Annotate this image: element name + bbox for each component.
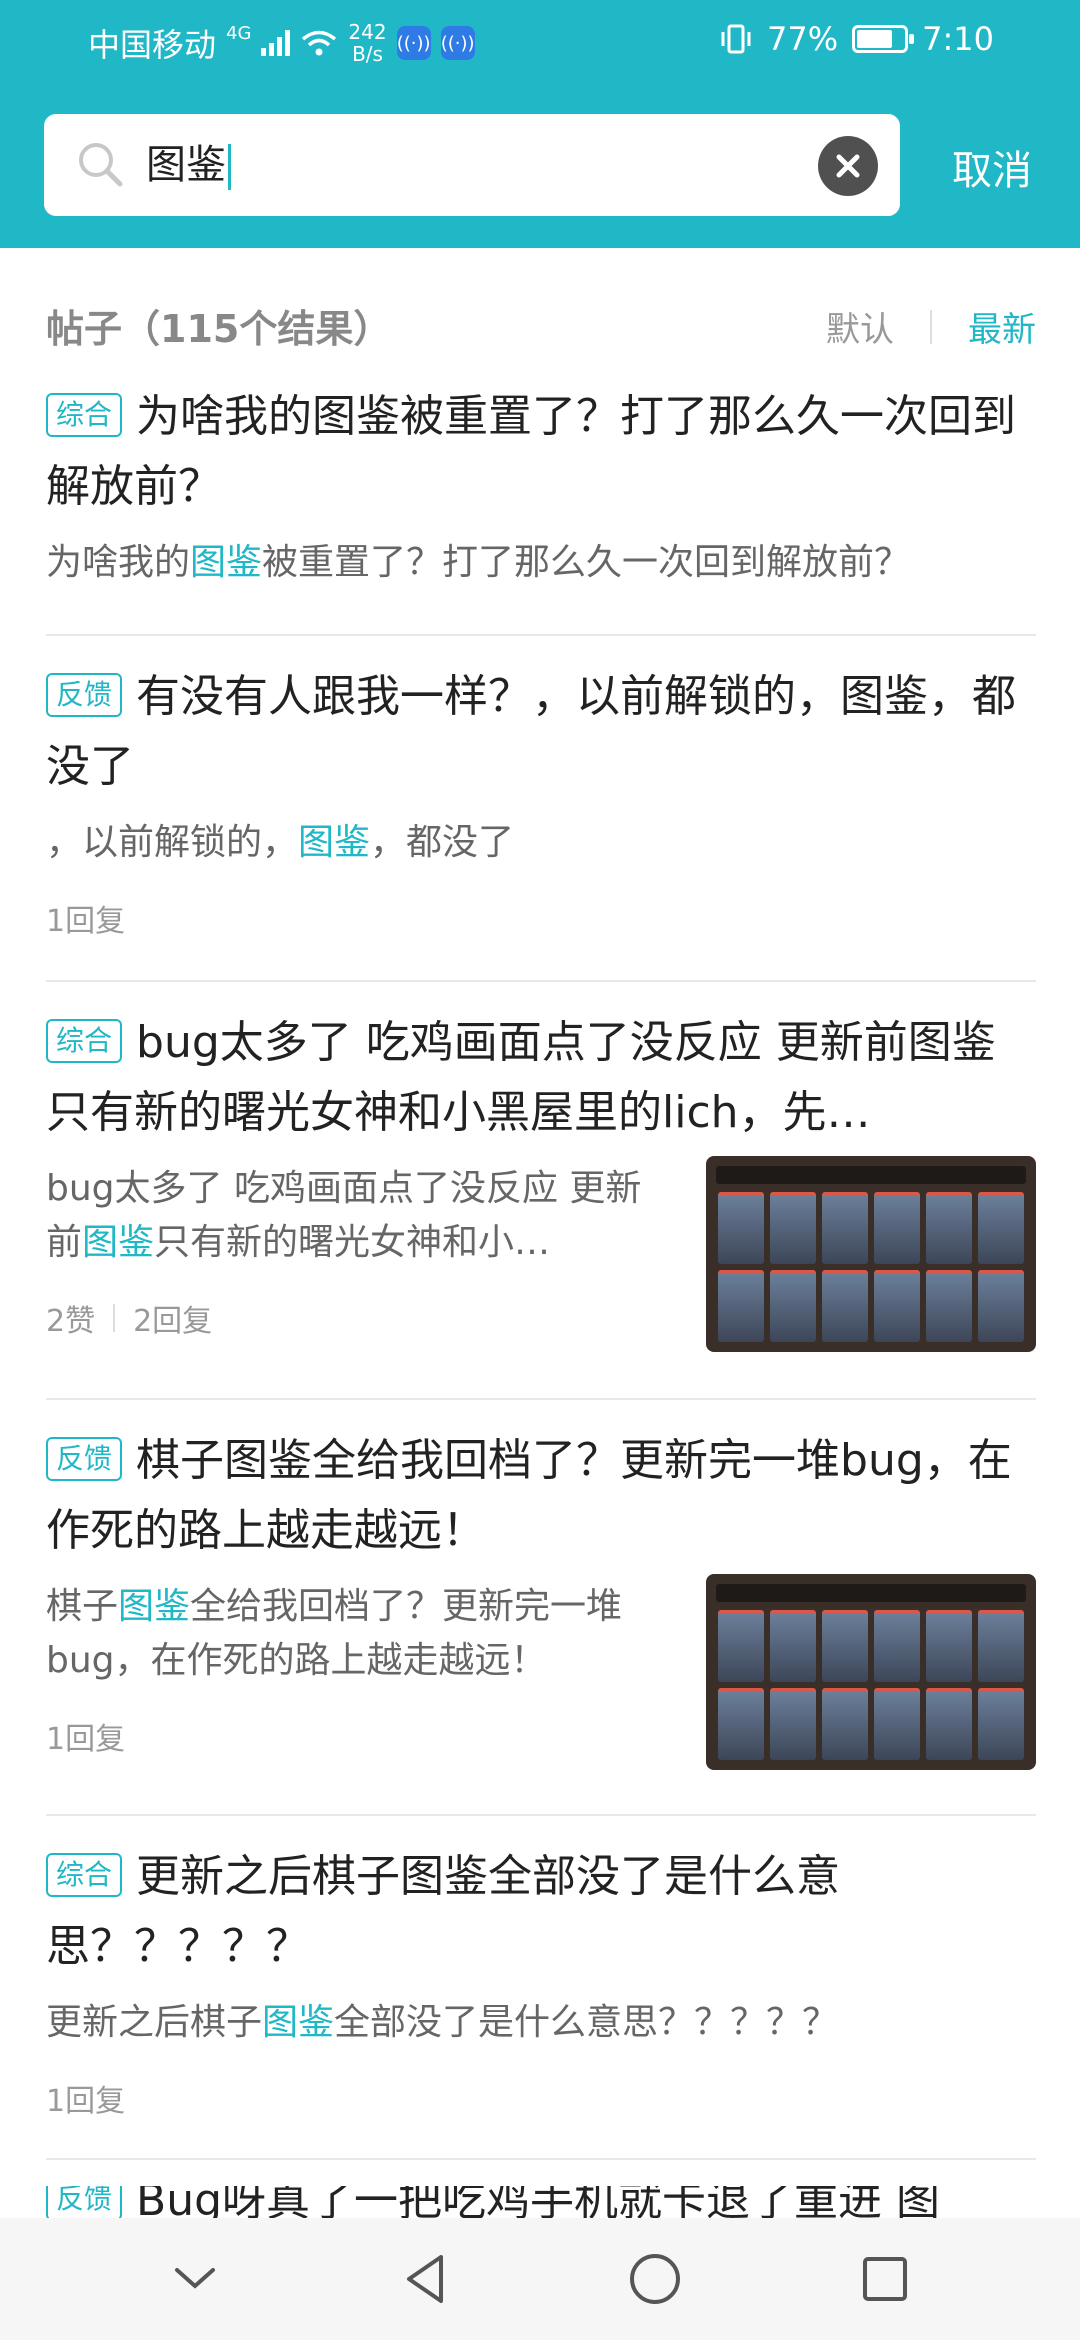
home-circle-icon (630, 2254, 680, 2304)
post-title: 反馈 有没有人跟我一样？，以前解锁的，图鉴，都没了 (46, 671, 1017, 792)
close-icon (836, 154, 860, 178)
search-icon (79, 143, 123, 187)
post-meta: 1回复 (46, 2076, 1036, 2120)
reply-count: 1回复 (46, 2084, 126, 2119)
reply-count: 2回复 (133, 1304, 213, 1339)
hotspot-icon: ((·)) (396, 26, 431, 60)
post-tag: 反馈 (46, 2186, 123, 2218)
post-tag: 综合 (46, 393, 123, 437)
post-title: 反馈 Bug呀真了一把吃鸡手机就卡退了重进 图 (46, 2186, 1036, 2218)
nav-back-button[interactable] (385, 2239, 465, 2319)
post-thumbnail[interactable] (706, 1156, 1036, 1352)
post-tag: 反馈 (46, 1437, 123, 1481)
recents-square-icon (863, 2257, 907, 2301)
hotspot-icon-2: ((·)) (440, 26, 475, 60)
post-tag: 综合 (46, 1853, 123, 1897)
top-bar: 中国移动 4G 242 B/s ((·)) ((·)) 77% 7:10 图鉴 取… (0, 0, 1080, 248)
wifi-icon (302, 30, 337, 56)
carrier-label: 中国移动 (88, 26, 217, 64)
like-count: 2赞 (46, 1304, 96, 1339)
clear-search-button[interactable] (818, 136, 878, 196)
text-caret (228, 144, 231, 190)
reply-count: 1回复 (46, 904, 126, 939)
divider (46, 1398, 1036, 1400)
post-tag: 反馈 (46, 673, 123, 717)
post-title: 综合 更新之后棋子图鉴全部没了是什么意思？？？？？ (46, 1851, 841, 1972)
post-excerpt: 更新之后棋子图鉴全部没了是什么意思？？？？？ (46, 2002, 839, 2043)
post-title: 综合 为啥我的图鉴被重置了？打了那么久一次回到解放前？ (46, 391, 1017, 512)
post-excerpt: 为啥我的图鉴被重置了？打了那么久一次回到解放前？ (46, 542, 911, 583)
battery-icon (852, 25, 915, 53)
nav-collapse-button[interactable] (155, 2239, 235, 2319)
post-item[interactable]: 综合 更新之后棋子图鉴全部没了是什么意思？？？？？ 更新之后棋子图鉴全部没了是什么… (46, 1842, 1036, 2120)
sort-latest-button[interactable]: 最新 (968, 302, 1036, 351)
chevron-down-icon (175, 2268, 215, 2289)
status-bar: 中国移动 4G 242 B/s ((·)) ((·)) 77% 7:10 (0, 0, 1080, 86)
divider (46, 980, 1036, 982)
results-header: 帖子（115个结果） 默认 最新 (46, 294, 1036, 354)
post-title: 综合 bug太多了 吃鸡画面点了没反应 更新前图鉴只有新的曙光女神和小黑屋里的li… (46, 1017, 996, 1138)
clock: 7:10 (922, 20, 994, 58)
post-item[interactable]: 反馈 Bug呀真了一把吃鸡手机就卡退了重进 图 (46, 2186, 1036, 2218)
nav-home-button[interactable] (615, 2239, 695, 2319)
results-count-title: 帖子（115个结果） (46, 307, 392, 351)
vibrate-icon (721, 24, 751, 54)
post-title: 反馈 棋子图鉴全给我回档了？更新完一堆bug，在作死的路上越走越远！ (46, 1435, 1012, 1556)
post-meta: 1回复 (46, 896, 1036, 940)
sort-default-button[interactable]: 默认 (826, 302, 894, 351)
post-thumbnail[interactable] (706, 1574, 1036, 1770)
search-query: 图鉴 (146, 138, 231, 192)
system-nav-bar (0, 2218, 1080, 2340)
post-excerpt: bug太多了 吃鸡画面点了没反应 更新前图鉴只有新的曙光女神和小… (46, 1168, 642, 1263)
post-excerpt: 棋子图鉴全给我回档了？更新完一堆bug，在作死的路上越走越远！ (46, 1586, 623, 1681)
divider (46, 2158, 1036, 2160)
post-item[interactable]: 反馈 有没有人跟我一样？，以前解锁的，图鉴，都没了 ，以前解锁的，图鉴，都没了 1… (46, 662, 1036, 940)
post-item[interactable]: 综合 为啥我的图鉴被重置了？打了那么久一次回到解放前？ 为啥我的图鉴被重置了？打了… (46, 382, 1036, 590)
battery-percent: 77% (767, 20, 839, 58)
post-tag: 综合 (46, 1019, 123, 1063)
signal-icon (261, 30, 291, 56)
sort-options: 默认 最新 (826, 302, 1036, 351)
divider (46, 634, 1036, 636)
divider (46, 1814, 1036, 1816)
reply-count: 1回复 (46, 1722, 126, 1757)
search-input[interactable]: 图鉴 (44, 114, 900, 216)
post-excerpt: ，以前解锁的，图鉴，都没了 (46, 822, 515, 863)
nav-recents-button[interactable] (845, 2239, 925, 2319)
network-type: 4G (226, 22, 252, 44)
back-triangle-icon (407, 2255, 443, 2303)
sort-divider (930, 309, 932, 344)
cancel-button[interactable]: 取消 (952, 138, 1032, 196)
net-speed: 242 B/s (348, 20, 387, 66)
